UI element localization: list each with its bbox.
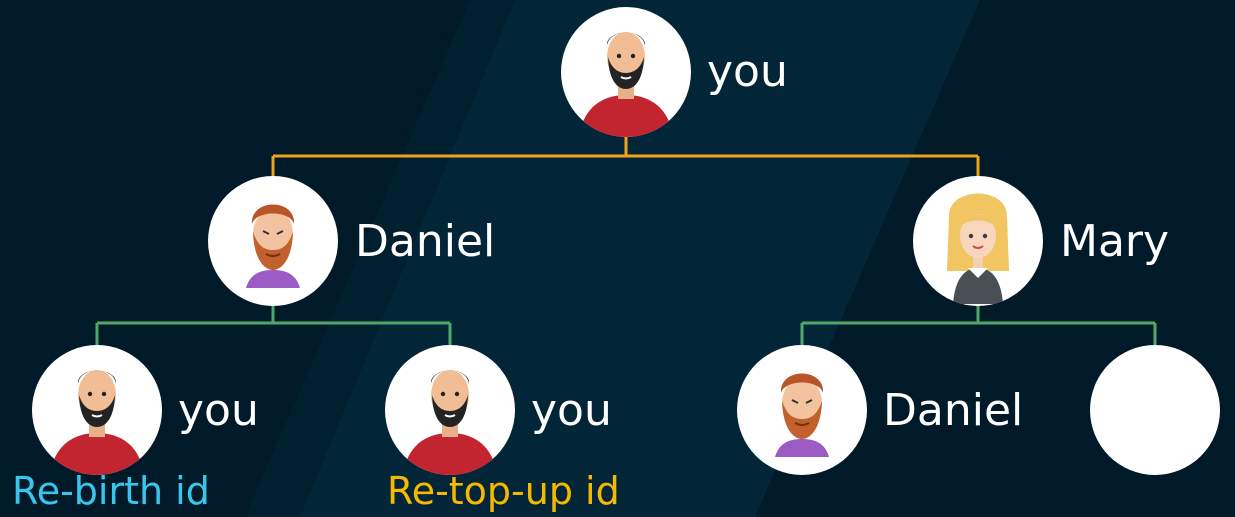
- left-left-node-avatar: [32, 345, 162, 475]
- root-node-name: you: [707, 46, 788, 97]
- family-tree-diagram: you Daniel Mary you Re-birth id you Re-t…: [0, 0, 1235, 517]
- man-red-beard-icon: [775, 373, 829, 457]
- right-right-empty-node: [1090, 345, 1220, 475]
- rebirth-id-label: Re-birth id: [12, 469, 210, 513]
- man-dark-beard-icon: [50, 370, 144, 475]
- left-node-avatar: [208, 176, 338, 306]
- right-node-name: Mary: [1060, 216, 1170, 267]
- right-node-avatar: [913, 176, 1043, 306]
- left-right-node-name: you: [531, 385, 612, 436]
- girl-blonde-icon: [947, 193, 1009, 304]
- left-right-node-avatar: [385, 345, 515, 475]
- man-dark-beard-icon: [403, 370, 497, 475]
- right-left-node-name: Daniel: [883, 385, 1024, 436]
- right-connector: [800, 305, 1157, 345]
- topup-id-label: Re-top-up id: [387, 469, 620, 513]
- left-connector: [95, 305, 452, 345]
- root-node-avatar: [561, 7, 691, 137]
- man-dark-beard-icon: [579, 32, 673, 137]
- right-left-node-avatar: [737, 345, 867, 475]
- left-left-node-name: you: [178, 385, 259, 436]
- left-node-name: Daniel: [355, 216, 496, 267]
- root-connector: [271, 136, 980, 178]
- man-red-beard-icon: [246, 204, 300, 288]
